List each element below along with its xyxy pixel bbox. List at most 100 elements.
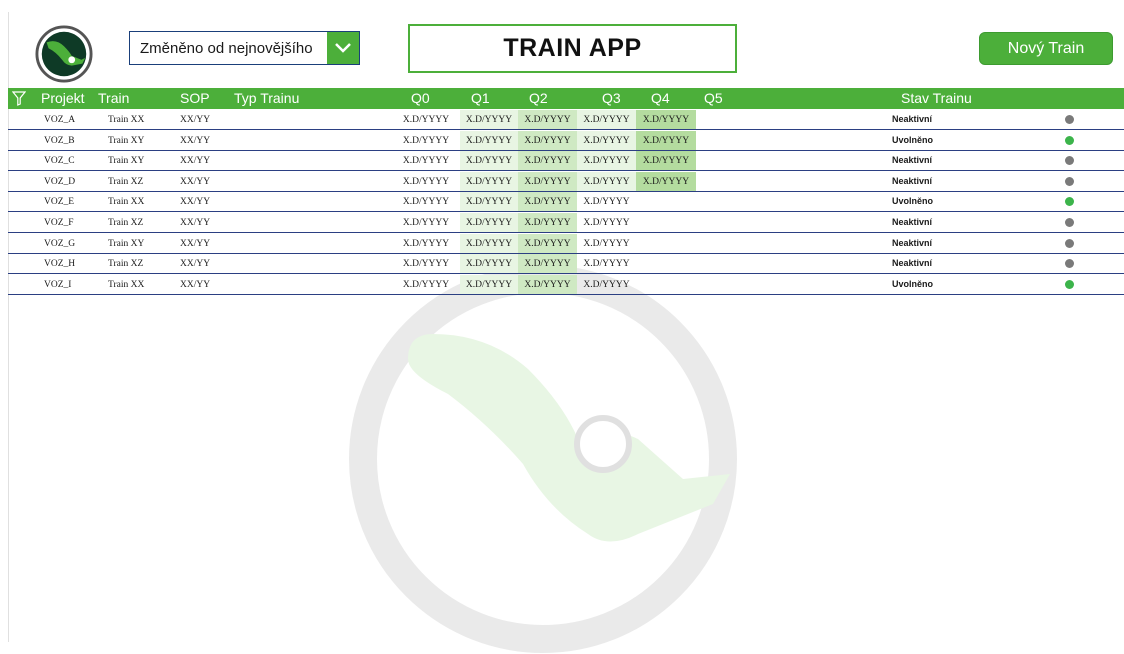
table-row[interactable]: VOZ_D Train XZ XX/YY X.D/YYYY X.D/YYYY X.D/YY…	[8, 171, 1124, 192]
skoda-watermark-logo	[349, 265, 737, 653]
status-dot-icon	[1065, 115, 1074, 124]
cell-projekt: VOZ_F	[44, 218, 74, 228]
cell-q1: X.D/YYYY	[460, 254, 518, 274]
col-header-train[interactable]: Train	[98, 90, 129, 106]
cell-stav-trainu: Uvolněno	[892, 134, 934, 145]
cell-stav-trainu: Uvolněno	[892, 278, 934, 289]
cell-projekt: VOZ_C	[44, 156, 75, 167]
col-header-sop[interactable]: SOP	[180, 90, 210, 106]
cell-train: Train XZ	[108, 176, 144, 187]
cell-q2-value: X.D/YYYY	[524, 218, 571, 228]
cell-q4-value: X.D/YYYY	[642, 156, 690, 167]
cell-q2: X.D/YYYY	[518, 213, 577, 232]
chevron-down-icon[interactable]	[327, 32, 359, 64]
col-header-q5[interactable]: Q5	[704, 90, 723, 106]
cell-q2: X.D/YYYY	[518, 171, 577, 191]
cell-stav-trainu: Neaktivní	[892, 155, 933, 166]
cell-q3: X.D/YYYY	[577, 110, 636, 129]
cell-q0: X.D/YYYY	[392, 151, 460, 170]
table-row[interactable]: VOZ_C Train XY XX/YY X.D/YYYY X.D/YYYY X.D/YY…	[8, 151, 1124, 172]
app-title: TRAIN APP	[503, 34, 642, 62]
col-header-q2[interactable]: Q2	[529, 90, 548, 106]
cell-sop: XX/YY	[180, 218, 211, 228]
cell-q2-value: X.D/YYYY	[524, 115, 571, 125]
cell-q2: X.D/YYYY	[518, 151, 577, 171]
table-row[interactable]: VOZ_B Train XY XX/YY X.D/YYYY X.D/YYYY X.D/YY…	[8, 130, 1124, 151]
cell-q2-value: X.D/YYYY	[524, 259, 571, 270]
cell-stav-trainu: Neaktivní	[892, 237, 933, 248]
col-header-q4[interactable]: Q4	[651, 90, 670, 106]
cell-q0-value: X.D/YYYY	[402, 238, 450, 249]
cell-q3: X.D/YYYY	[577, 275, 636, 294]
cell-q4-value: X.D/YYYY	[642, 135, 690, 146]
cell-q0: X.D/YYYY	[392, 234, 460, 253]
cell-q1: X.D/YYYY	[460, 192, 518, 212]
cell-q4: X.D/YYYY	[636, 130, 696, 150]
cell-q2: X.D/YYYY	[518, 233, 577, 253]
cell-q3-value: X.D/YYYY	[583, 176, 630, 187]
sort-dropdown[interactable]: Změněno od nejnovějšího	[129, 31, 360, 65]
cell-q1-value: X.D/YYYY	[465, 115, 513, 125]
table-row[interactable]: VOZ_G Train XY XX/YY X.D/YYYY X.D/YYYY X.D/YY…	[8, 233, 1124, 254]
cell-q2: X.D/YYYY	[518, 130, 577, 150]
cell-train: Train XY	[108, 156, 145, 167]
cell-q0-value: X.D/YYYY	[402, 218, 450, 228]
cell-projekt: VOZ_E	[44, 197, 75, 208]
cell-q3-value: X.D/YYYY	[583, 156, 630, 167]
cell-projekt: VOZ_B	[44, 135, 75, 146]
col-header-projekt[interactable]: Projekt	[41, 90, 85, 106]
cell-q4-value: X.D/YYYY	[642, 115, 690, 125]
cell-sop: XX/YY	[180, 197, 211, 208]
cell-sop: XX/YY	[180, 135, 211, 146]
cell-sop: XX/YY	[180, 115, 211, 125]
new-train-button[interactable]: Nový Train	[979, 32, 1113, 65]
cell-q1: X.D/YYYY	[460, 151, 518, 171]
table-row[interactable]: VOZ_E Train XX XX/YY X.D/YYYY X.D/YYYY X.D/YY…	[8, 192, 1124, 213]
cell-stav-trainu: Neaktivní	[892, 217, 933, 227]
cell-q0: X.D/YYYY	[392, 172, 460, 191]
cell-q0-value: X.D/YYYY	[402, 259, 450, 270]
col-header-typ-trainu[interactable]: Typ Trainu	[234, 90, 299, 106]
cell-train: Train XZ	[108, 259, 144, 270]
app-title-box: TRAIN APP	[408, 24, 737, 73]
col-header-stav-trainu[interactable]: Stav Trainu	[901, 90, 972, 106]
cell-train: Train XY	[108, 135, 145, 146]
status-dot-icon	[1065, 156, 1074, 166]
cell-train: Train XZ	[108, 218, 144, 228]
cell-q3: X.D/YYYY	[577, 213, 636, 232]
cell-q0: X.D/YYYY	[392, 110, 460, 129]
status-dot-icon	[1065, 259, 1074, 269]
cell-q2: X.D/YYYY	[518, 192, 577, 212]
filter-icon[interactable]	[12, 91, 26, 106]
status-dot-icon	[1065, 176, 1074, 186]
table-row[interactable]: VOZ_A Train XX XX/YY X.D/YYYY X.D/YYYY X.D/YY…	[8, 110, 1124, 130]
table-row[interactable]: VOZ_H Train XZ XX/YY X.D/YYYY X.D/YYYY X.D/YY…	[8, 254, 1124, 275]
cell-q3-value: X.D/YYYY	[583, 115, 630, 125]
status-dot-icon	[1065, 218, 1074, 227]
cell-q0-value: X.D/YYYY	[402, 197, 450, 208]
cell-q3: X.D/YYYY	[577, 151, 636, 171]
cell-q2-value: X.D/YYYY	[524, 135, 571, 146]
cell-sop: XX/YY	[180, 156, 211, 167]
col-header-q0[interactable]: Q0	[411, 90, 430, 106]
cell-q4: X.D/YYYY	[636, 151, 696, 171]
cell-q1-value: X.D/YYYY	[465, 176, 513, 187]
cell-projekt: VOZ_A	[44, 115, 76, 125]
cell-train: Train XX	[108, 197, 145, 208]
table-row[interactable]: VOZ_F Train XZ XX/YY X.D/YYYY X.D/YYYY X.D/YY…	[8, 213, 1124, 233]
cell-q0-value: X.D/YYYY	[402, 176, 450, 187]
cell-q1: X.D/YYYY	[460, 171, 518, 191]
cell-q1: X.D/YYYY	[460, 233, 518, 253]
cell-stav-trainu: Neaktivní	[892, 258, 933, 269]
table-row[interactable]: VOZ_I Train XX XX/YY X.D/YYYY X.D/YYYY X.D/YY…	[8, 274, 1124, 295]
col-header-q3[interactable]: Q3	[602, 90, 621, 106]
cell-projekt: VOZ_I	[44, 279, 72, 290]
cell-q0-value: X.D/YYYY	[402, 156, 450, 167]
cell-q4: X.D/YYYY	[636, 110, 696, 129]
cell-q3-value: X.D/YYYY	[583, 218, 630, 228]
cell-q4	[636, 213, 696, 232]
cell-q1: X.D/YYYY	[460, 110, 518, 129]
cell-q3: X.D/YYYY	[577, 234, 636, 253]
cell-q3-value: X.D/YYYY	[583, 279, 630, 290]
col-header-q1[interactable]: Q1	[471, 90, 490, 106]
